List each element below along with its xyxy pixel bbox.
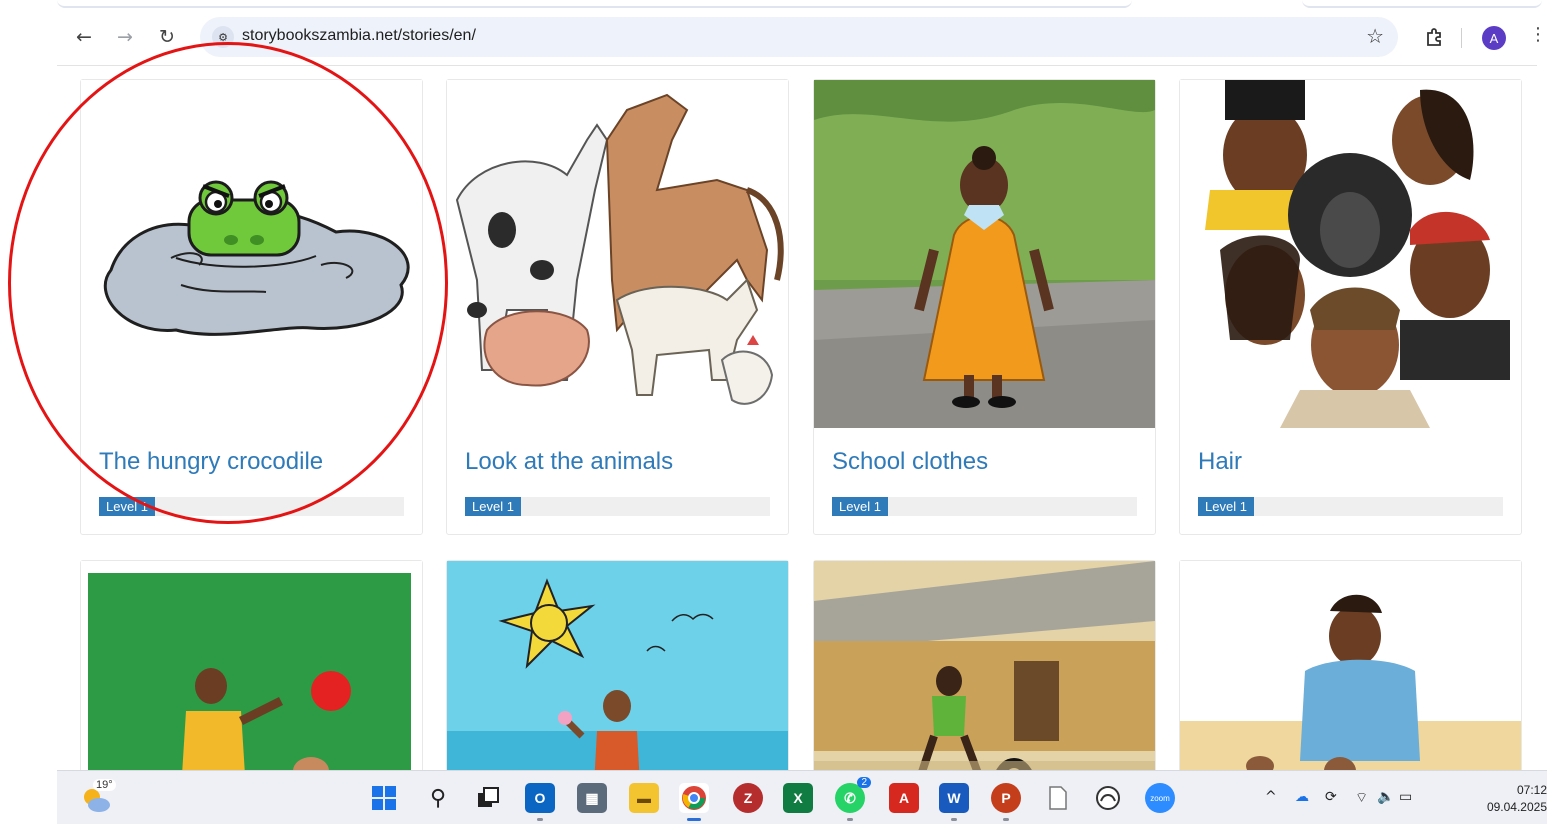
sand-play-illustration <box>1180 561 1521 770</box>
screen: ← → ↻ ⚙ storybookszambia.net/stories/en/… <box>0 0 1547 824</box>
address-bar[interactable]: ⚙ storybookszambia.net/stories/en/ ☆ <box>200 17 1398 57</box>
school-girl-illustration <box>814 80 1155 428</box>
excel-icon[interactable]: X <box>783 783 813 813</box>
url-text[interactable]: storybookszambia.net/stories/en/ <box>242 27 476 45</box>
taskbar: 19° ⚲ O ▦ ▬ Z X ✆ 2 A W P zoom ^ ☁ ⟳ ⌔ 🔈… <box>57 770 1547 824</box>
back-arrow-icon[interactable]: ← <box>71 24 97 50</box>
clock-date: 09.04.2025 <box>1486 800 1547 814</box>
zotero-icon[interactable]: Z <box>733 783 763 813</box>
story-card[interactable]: Hair Level 1 <box>1179 79 1522 535</box>
wifi-icon[interactable]: ⌔ <box>1355 789 1368 807</box>
blank-document-icon[interactable] <box>1043 783 1073 813</box>
clock[interactable]: 07:12 09.04.2025 <box>1487 782 1547 816</box>
more-menu-icon[interactable]: ⋮ <box>1529 24 1547 45</box>
task-view-icon[interactable] <box>473 783 503 813</box>
running-indicator <box>951 818 957 821</box>
story-thumbnail[interactable] <box>814 561 1155 770</box>
story-grid: The hungry crocodile Level 1 Look at the… <box>57 67 1537 770</box>
story-card[interactable] <box>813 560 1156 770</box>
story-thumbnail[interactable] <box>1180 80 1521 428</box>
notification-badge: 2 <box>857 777 871 788</box>
acrobat-pdf-icon[interactable]: A <box>889 783 919 813</box>
level-badge: Level 1 <box>1198 497 1254 516</box>
battery-icon[interactable]: ▭ <box>1399 789 1412 805</box>
story-thumbnail[interactable] <box>814 80 1155 428</box>
story-title[interactable]: School clothes <box>832 448 988 476</box>
animals-illustration <box>447 80 788 428</box>
volume-icon[interactable]: 🔈 <box>1377 789 1394 805</box>
boy-ball-illustration <box>81 561 422 770</box>
zoom-icon[interactable]: zoom <box>1145 783 1175 813</box>
app-circle-icon[interactable] <box>1093 783 1123 813</box>
story-card[interactable] <box>446 560 789 770</box>
sync-icon[interactable]: ⟳ <box>1325 789 1337 805</box>
site-info-icon[interactable]: ⚙ <box>212 26 234 48</box>
browser-toolbar: ← → ↻ ⚙ storybookszambia.net/stories/en/… <box>57 10 1547 66</box>
story-card[interactable]: School clothes Level 1 <box>813 79 1156 535</box>
level-bar: Level 1 <box>1198 497 1503 516</box>
level-badge: Level 1 <box>832 497 888 516</box>
profile-avatar[interactable]: A <box>1482 26 1506 50</box>
extensions-puzzle-icon[interactable] <box>1421 24 1447 50</box>
file-explorer-icon[interactable]: ▬ <box>629 783 659 813</box>
forward-arrow-icon[interactable]: → <box>112 24 138 50</box>
show-hidden-icons-chevron-icon[interactable]: ^ <box>1265 789 1277 805</box>
weather-widget[interactable]: 19° <box>79 779 116 815</box>
level-bar: Level 1 <box>99 497 404 516</box>
running-indicator <box>687 818 701 821</box>
onedrive-cloud-icon[interactable]: ☁ <box>1295 789 1309 805</box>
toolbar-separator <box>1461 28 1462 48</box>
calculator-icon[interactable]: ▦ <box>577 783 607 813</box>
start-windows-icon[interactable] <box>369 783 399 813</box>
temperature-label: 19° <box>93 779 116 791</box>
story-card[interactable]: The hungry crocodile Level 1 <box>80 79 423 535</box>
clock-time: 07:12 <box>1516 783 1547 797</box>
hair-illustration <box>1180 80 1521 428</box>
running-indicator <box>1003 818 1009 821</box>
story-thumbnail[interactable] <box>81 80 422 428</box>
story-title[interactable]: The hungry crocodile <box>99 448 323 476</box>
story-title[interactable]: Hair <box>1198 448 1242 476</box>
chrome-icon[interactable] <box>679 783 709 821</box>
story-title[interactable]: Look at the animals <box>465 448 673 476</box>
powerpoint-icon[interactable]: P <box>991 783 1021 821</box>
level-badge: Level 1 <box>465 497 521 516</box>
story-card[interactable]: Look at the animals Level 1 <box>446 79 789 535</box>
running-indicator <box>537 818 543 821</box>
tab-strip-edge <box>57 0 1132 8</box>
story-thumbnail[interactable] <box>447 561 788 770</box>
outlook-icon[interactable]: O <box>525 783 555 821</box>
story-thumbnail[interactable] <box>81 561 422 770</box>
reload-icon[interactable]: ↻ <box>154 24 180 50</box>
level-bar: Level 1 <box>832 497 1137 516</box>
sun-beach-illustration <box>447 561 788 770</box>
bookmark-star-icon[interactable]: ☆ <box>1366 24 1384 48</box>
running-indicator <box>847 818 853 821</box>
tab-strip-edge <box>1302 0 1542 8</box>
tab-strip <box>57 0 1542 10</box>
search-icon[interactable]: ⚲ <box>423 783 453 813</box>
story-card[interactable] <box>80 560 423 770</box>
level-badge: Level 1 <box>99 497 155 516</box>
story-card[interactable] <box>1179 560 1522 770</box>
tyre-boy-illustration <box>814 561 1155 770</box>
word-icon[interactable]: W <box>939 783 969 821</box>
story-thumbnail[interactable] <box>447 80 788 428</box>
whatsapp-icon[interactable]: ✆ 2 <box>835 777 871 821</box>
story-thumbnail[interactable] <box>1180 561 1521 770</box>
level-bar: Level 1 <box>465 497 770 516</box>
crocodile-illustration <box>81 80 422 428</box>
